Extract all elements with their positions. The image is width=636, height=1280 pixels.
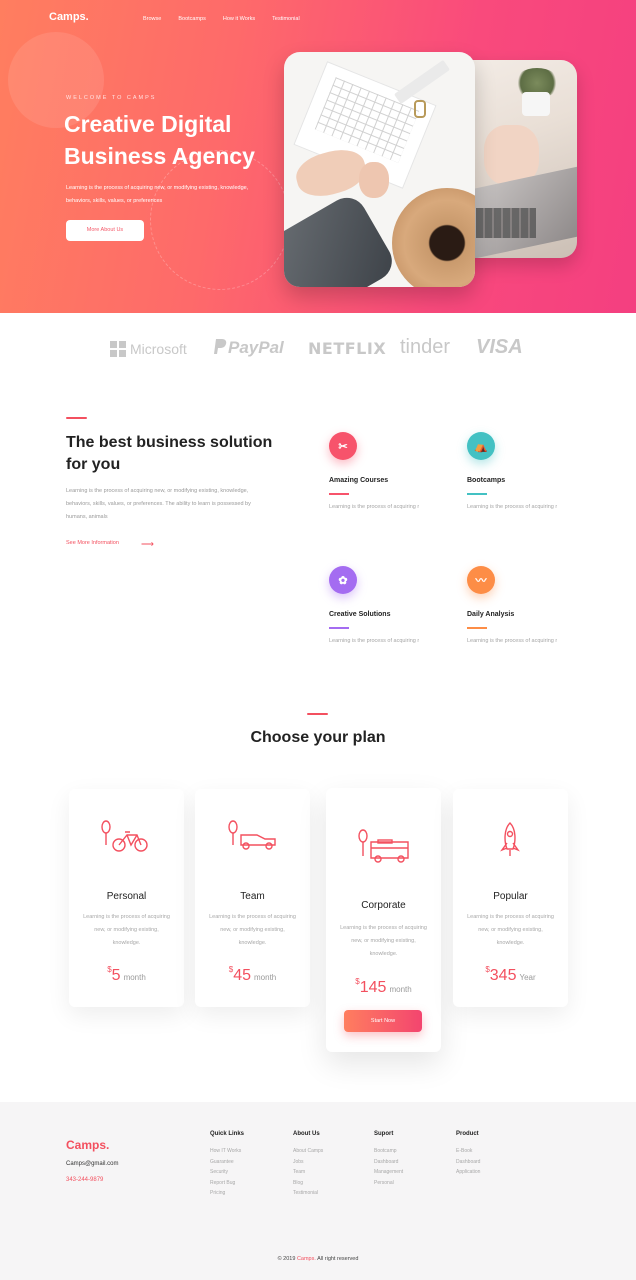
start-now-button[interactable]: Start Now <box>344 1010 422 1032</box>
footer-link[interactable]: Application <box>456 1167 480 1178</box>
plan-card-popular[interactable]: Popular Learning is the process of acqui… <box>453 789 568 1007</box>
plan-card-team[interactable]: Team Learning is the process of acquirin… <box>195 789 310 1007</box>
plan-name: Team <box>240 891 265 902</box>
footer-column-about-us: About Us About Camps Jobs Team Blog Test… <box>293 1131 323 1199</box>
feature-card-name: Creative Solutions <box>329 611 391 618</box>
visa-logo: VISA <box>476 336 523 358</box>
feature-card-bar <box>467 627 487 629</box>
footer-link[interactable]: Guarantee <box>210 1157 244 1168</box>
footer-link[interactable]: Personal <box>374 1178 403 1189</box>
plan-price: $145 month <box>355 977 412 996</box>
footer-column-title: Product <box>456 1131 479 1137</box>
bicycle-icon <box>101 820 148 852</box>
hero-title: Creative Digital Business Agency <box>64 111 255 169</box>
feature-card-bar <box>329 627 349 629</box>
feature-card-creative-solutions[interactable]: ✿ Creative Solutions Learning is the pro… <box>329 566 429 648</box>
plan-name: Personal <box>106 891 147 902</box>
feature-card-amazing-courses[interactable]: ✂ Amazing Courses Learning is the proces… <box>329 432 429 514</box>
feature-card-text: Learning is the process of acquiring new… <box>329 637 419 644</box>
footer-link[interactable]: Jobs <box>293 1157 323 1168</box>
footer-link[interactable]: Team <box>293 1167 323 1178</box>
see-more-information-link[interactable]: See More Information <box>66 540 119 546</box>
feature-card-text: Learning is the process of acquiring new… <box>467 637 557 644</box>
plan-description: Learning is the process of acquiring new… <box>467 914 554 946</box>
feature-card-text: Learning is the process of acquiring new… <box>329 503 419 510</box>
award-icon: ✿ <box>329 566 357 594</box>
feature-card-text: Learning is the process of acquiring new… <box>467 503 557 510</box>
footer-column-product: Product E-Book Dashboard Application <box>456 1131 480 1178</box>
footer-email[interactable]: Camps@gmail.com <box>66 1161 118 1167</box>
footer-logo[interactable]: Camps. <box>66 1138 109 1152</box>
plans-accent-line <box>307 713 328 715</box>
brand-logos: Microsoft PayPal NETFLIX tinder VISA <box>0 336 636 362</box>
netflix-logo: NETFLIX <box>308 339 387 358</box>
features-title: The best business solution for you <box>66 434 273 473</box>
feature-card-bar <box>467 493 487 495</box>
footer-link[interactable]: Blog <box>293 1178 323 1189</box>
feature-card-name: Bootcamps <box>467 477 506 484</box>
hero-photo-desk <box>284 52 475 287</box>
footer-column-support: Suport Bootcamp Dashboard Management Per… <box>374 1131 403 1188</box>
microsoft-grid-icon <box>110 341 126 357</box>
footer-link[interactable]: Testimonial <box>293 1188 323 1199</box>
footer-link[interactable]: E-Book <box>456 1146 480 1157</box>
footer-link[interactable]: How IT Works <box>210 1146 244 1157</box>
nav-logo[interactable]: Camps. <box>49 11 89 23</box>
plans-title: Choose your plan <box>250 729 386 746</box>
arrow-right-icon[interactable]: ⟶ <box>141 539 154 550</box>
plan-description: Learning is the process of acquiring new… <box>209 914 296 946</box>
plan-description: Learning is the process of acquiring new… <box>340 925 427 957</box>
feature-card-name: Amazing Courses <box>329 477 389 484</box>
plan-name: Popular <box>493 891 528 902</box>
footer-link[interactable]: Bootcamp <box>374 1146 403 1157</box>
car-icon <box>228 820 276 850</box>
tools-icon: ✂ <box>329 432 357 460</box>
paypal-logo: PayPal <box>212 338 284 358</box>
hero-kicker: WELCOME TO CAMPS <box>66 95 157 101</box>
nav-link-how-it-works[interactable]: How it Works <box>223 16 255 22</box>
bus-icon <box>358 829 409 863</box>
footer-link[interactable]: Dashboard <box>374 1157 403 1168</box>
microsoft-logo: Microsoft <box>110 341 187 357</box>
footer-link[interactable]: About Camps <box>293 1146 323 1157</box>
footer-column-title: Quick Links <box>210 1131 245 1137</box>
plan-description: Learning is the process of acquiring new… <box>83 914 170 946</box>
footer-link[interactable]: Report Bug <box>210 1178 244 1189</box>
main-nav: Browse Bootcamps How it Works Testimonia… <box>143 16 317 22</box>
nav-link-bootcamps[interactable]: Bootcamps <box>178 16 206 22</box>
feature-card-name: Daily Analysis <box>467 611 515 618</box>
hero-section: Camps. Browse Bootcamps How it Works Tes… <box>0 0 636 313</box>
paypal-icon <box>214 339 227 354</box>
plan-price: $345 Year <box>485 965 536 984</box>
footer-phone[interactable]: 343-244-9879 <box>66 1177 103 1183</box>
rocket-icon <box>500 822 520 856</box>
hero-description: Learning is the process of acquiring new… <box>66 185 249 204</box>
nav-link-testimonial[interactable]: Testimonial <box>272 16 300 22</box>
footer-column-title: About Us <box>293 1131 320 1137</box>
feature-card-bootcamps[interactable]: ⛺ Bootcamps Learning is the process of a… <box>467 432 567 514</box>
copyright: © 2019 Camps. All right reserved <box>277 1256 359 1262</box>
more-about-us-button[interactable]: More About Us <box>66 220 144 241</box>
features-description: Learning is the process of acquiring new… <box>66 488 251 520</box>
feature-card-bar <box>329 493 349 495</box>
tinder-logo: tinder <box>400 336 451 358</box>
nav-link-browse[interactable]: Browse <box>143 16 161 22</box>
chart-icon: 〰 <box>467 566 495 594</box>
plan-name: Corporate <box>361 900 406 911</box>
footer-link[interactable]: Pricing <box>210 1188 244 1199</box>
footer-column-title: Suport <box>374 1131 394 1137</box>
footer-link[interactable]: Dashboard <box>456 1157 480 1168</box>
features-accent-line <box>66 417 87 419</box>
footer-link[interactable]: Management <box>374 1167 403 1178</box>
plan-price: $45 month <box>228 965 277 984</box>
plan-card-personal[interactable]: Personal Learning is the process of acqu… <box>69 789 184 1007</box>
feature-card-daily-analysis[interactable]: 〰 Daily Analysis Learning is the process… <box>467 566 567 648</box>
plan-price: $5 month <box>107 965 146 984</box>
footer-column-quick-links: Quick Links How IT Works Guarantee Secur… <box>210 1131 244 1199</box>
footer-link[interactable]: Security <box>210 1167 244 1178</box>
bootcamp-icon: ⛺ <box>467 432 495 460</box>
